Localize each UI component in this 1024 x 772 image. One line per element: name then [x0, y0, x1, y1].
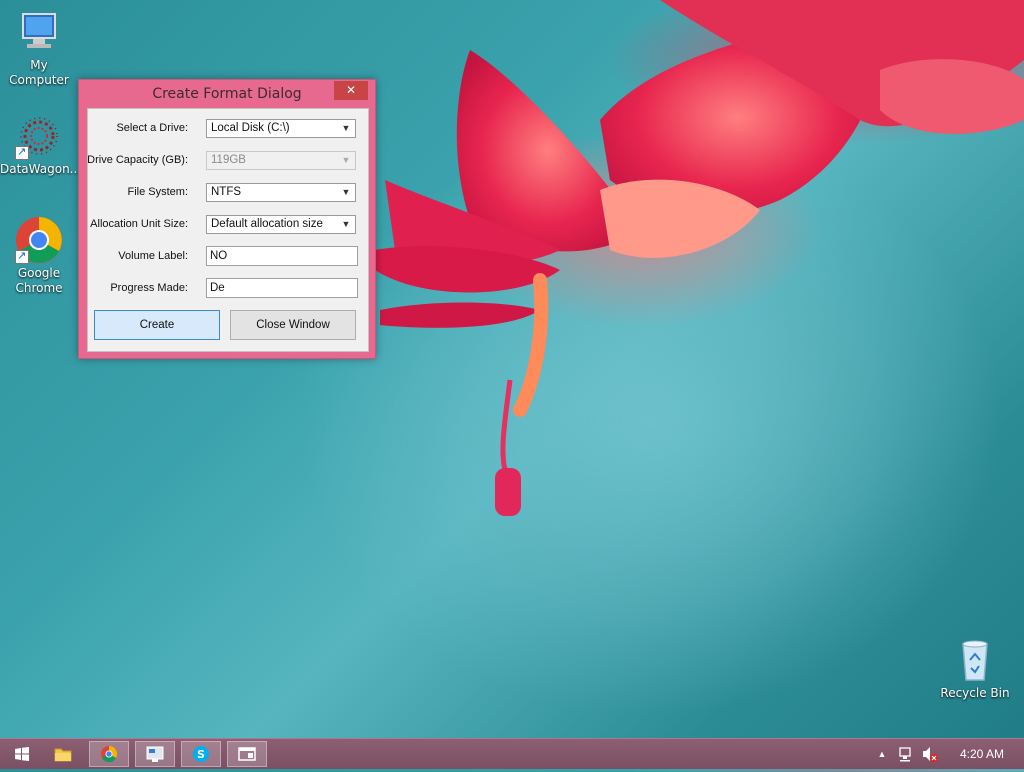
window-icon	[238, 747, 256, 761]
chevron-down-icon: ▼	[341, 155, 351, 165]
taskbar-window[interactable]	[227, 741, 267, 767]
drive-capacity-label: Drive Capacity (GB):	[87, 154, 188, 166]
file-explorer-icon	[54, 748, 72, 762]
chrome-icon	[101, 745, 118, 763]
desktop-icon-recycle-bin[interactable]: Recycle Bin	[936, 636, 1014, 701]
datawagon-icon	[15, 112, 63, 160]
network-icon[interactable]	[896, 739, 916, 769]
my-computer-icon	[15, 8, 63, 56]
dialog-title: Create Format Dialog	[152, 86, 302, 102]
select-drive-combo[interactable]: Local Disk (C:\) ▼	[206, 119, 356, 138]
desktop-icon-label: My Computer	[9, 58, 69, 87]
start-button[interactable]	[2, 741, 42, 767]
start-icon	[15, 747, 29, 761]
volume-label-input[interactable]: NO	[206, 246, 358, 266]
file-system-label: File System:	[127, 186, 188, 198]
taskbar: S ▲ 4:20 AM	[0, 738, 1024, 769]
taskbar-skype[interactable]: S	[181, 741, 221, 767]
desktop-icon-label: Recycle Bin	[940, 686, 1010, 700]
chevron-down-icon: ▼	[341, 187, 351, 197]
volume-label-label: Volume Label:	[118, 250, 188, 262]
allocation-unit-label: Allocation Unit Size:	[90, 218, 188, 230]
progress-made-input[interactable]: De	[206, 278, 358, 298]
dialog-body: Select a Drive: Local Disk (C:\) ▼ Drive…	[87, 108, 369, 352]
chevron-down-icon: ▼	[341, 219, 351, 229]
show-hidden-icons-button[interactable]: ▲	[872, 739, 892, 769]
close-button[interactable]: ✕	[334, 81, 368, 100]
drive-capacity-value: 119GB	[211, 154, 246, 166]
network-window-icon	[146, 746, 164, 762]
desktop-icon-my-computer[interactable]: My Computer	[0, 8, 78, 88]
allocation-unit-combo[interactable]: Default allocation size ▼	[206, 215, 356, 234]
recycle-bin-icon	[951, 636, 999, 684]
volume-muted-icon[interactable]	[920, 739, 940, 769]
close-window-button[interactable]: Close Window	[230, 310, 356, 340]
taskbar-chrome[interactable]	[89, 741, 129, 767]
taskbar-file-explorer[interactable]	[43, 741, 83, 767]
select-drive-label: Select a Drive:	[116, 122, 188, 134]
progress-made-label: Progress Made:	[110, 282, 188, 294]
file-system-value: NTFS	[211, 186, 242, 198]
taskbar-network-window[interactable]	[135, 741, 175, 767]
select-drive-value: Local Disk (C:\)	[211, 122, 290, 134]
chevron-down-icon: ▼	[341, 123, 351, 133]
create-format-dialog: Create Format Dialog ✕ Select a Drive: L…	[78, 79, 376, 359]
taskbar-clock[interactable]: 4:20 AM	[960, 739, 1004, 769]
skype-icon: S	[193, 746, 209, 762]
file-system-combo[interactable]: NTFS ▼	[206, 183, 356, 202]
create-button[interactable]: Create	[94, 310, 220, 340]
drive-capacity-combo: 119GB ▼	[206, 151, 356, 170]
allocation-unit-value: Default allocation size	[211, 218, 323, 230]
svg-text:S: S	[197, 748, 205, 761]
